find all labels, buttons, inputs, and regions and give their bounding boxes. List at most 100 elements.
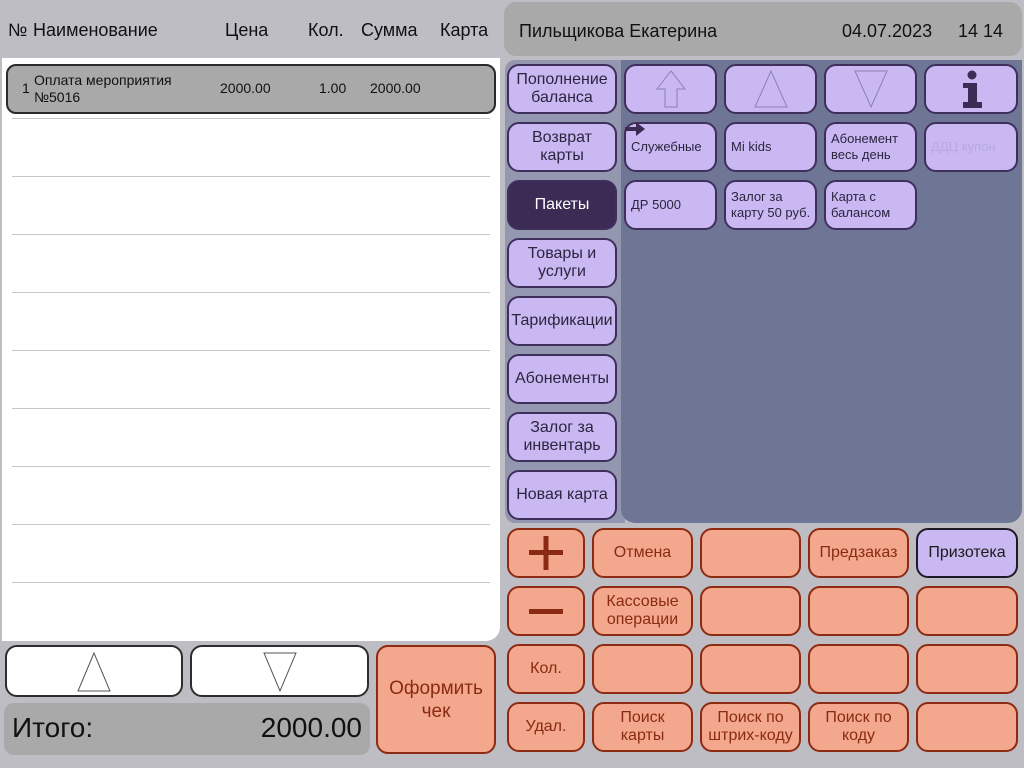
row-name-line1: Оплата мероприятия xyxy=(34,72,172,88)
item-label: Mi kids xyxy=(731,139,772,154)
empty-action-button[interactable] xyxy=(916,586,1018,636)
category-subscriptions[interactable]: Абонементы xyxy=(507,354,617,404)
item-balance-card[interactable]: Карта с балансом xyxy=(824,180,917,230)
triangle-up-icon xyxy=(77,651,111,692)
cashier-name: Пильщикова Екатерина xyxy=(519,21,718,41)
item-mi-kids[interactable]: Mi kids xyxy=(724,122,817,172)
item-card-deposit[interactable]: Залог за карту 50 руб. xyxy=(724,180,817,230)
receipt-list[interactable]: 1 Оплата мероприятия №5016 2000.00 1.00 … xyxy=(2,58,500,641)
row-num: 1 xyxy=(22,80,30,96)
preorder-button[interactable]: Предзаказ xyxy=(808,528,909,578)
table-row[interactable]: 1 Оплата мероприятия №5016 2000.00 1.00 … xyxy=(6,64,496,114)
col-price: Цена xyxy=(225,20,269,40)
col-name: Наименование xyxy=(33,20,158,40)
plus-button[interactable] xyxy=(507,528,585,578)
category-label: услуги xyxy=(538,263,586,280)
current-date: 04.07.2023 xyxy=(842,21,933,41)
row-divider xyxy=(12,350,490,351)
list-down-button[interactable] xyxy=(190,645,369,697)
category-label: баланса xyxy=(531,89,593,106)
item-service[interactable]: Служебные xyxy=(624,122,717,172)
empty-action-button[interactable] xyxy=(700,586,801,636)
empty-action-button[interactable] xyxy=(808,644,909,694)
back-up-button[interactable] xyxy=(624,64,717,114)
row-divider xyxy=(12,118,490,119)
empty-action-button[interactable] xyxy=(592,644,693,694)
row-name-line2: №5016 xyxy=(34,89,81,105)
row-sum: 2000.00 xyxy=(370,80,421,96)
item-dr-5000[interactable]: ДР 5000 xyxy=(624,180,717,230)
delete-button[interactable]: Удал. xyxy=(507,702,585,752)
search-barcode-label: штрих-коду xyxy=(708,727,793,744)
search-card-label: карты xyxy=(620,727,665,744)
scroll-down-button[interactable] xyxy=(824,64,917,114)
category-label: Возврат xyxy=(532,129,592,146)
row-divider xyxy=(12,408,490,409)
back-arrow-icon xyxy=(655,70,686,108)
item-subscription-all-day[interactable]: Абонемент весь день xyxy=(824,122,917,172)
category-goods-services[interactable]: Товары и услуги xyxy=(507,238,617,288)
col-num: № xyxy=(8,20,28,40)
info-button[interactable] xyxy=(924,64,1018,114)
triangle-up-icon xyxy=(753,69,788,108)
scroll-up-button[interactable] xyxy=(724,64,817,114)
cancel-button[interactable]: Отмена xyxy=(592,528,693,578)
arrow-right-icon xyxy=(625,122,645,136)
col-sum: Сумма xyxy=(361,20,418,40)
item-ddc-coupon[interactable]: ДДЦ купон xyxy=(924,122,1018,172)
category-topup[interactable]: Пополнение баланса xyxy=(507,64,617,114)
search-card-button[interactable]: Поиск карты xyxy=(592,702,693,752)
empty-action-button[interactable] xyxy=(700,528,801,578)
empty-action-button[interactable] xyxy=(916,644,1018,694)
category-new-card[interactable]: Новая карта xyxy=(507,470,617,520)
checkout-button[interactable]: Оформить чек xyxy=(376,645,496,754)
session-header: Пильщикова Екатерина 04.07.2023 14 14 xyxy=(504,2,1022,56)
prizoteka-button[interactable]: Призотека xyxy=(916,528,1018,578)
minus-icon xyxy=(529,609,563,614)
category-label: Тарификации xyxy=(511,312,613,329)
total-label: Итого: xyxy=(12,712,94,743)
checkout-label-1: Оформить xyxy=(389,677,483,699)
empty-action-button[interactable] xyxy=(700,644,801,694)
cash-operations-button[interactable]: Кассовые операции xyxy=(592,586,693,636)
empty-action-button[interactable] xyxy=(808,586,909,636)
empty-action-button[interactable] xyxy=(916,702,1018,752)
search-barcode-button[interactable]: Поиск по штрих-коду xyxy=(700,702,801,752)
item-label: балансом xyxy=(831,205,891,220)
quantity-label: Кол. xyxy=(530,660,562,677)
category-packages[interactable]: Пакеты xyxy=(507,180,617,230)
category-label: карты xyxy=(540,147,584,164)
prizoteka-label: Призотека xyxy=(928,544,1006,561)
search-code-label: Поиск по xyxy=(825,709,892,726)
search-barcode-label: Поиск по xyxy=(717,709,784,726)
checkout-label-2: чек xyxy=(421,700,451,722)
category-label: Товары и xyxy=(527,245,597,262)
search-code-label: коду xyxy=(841,727,876,744)
category-inventory-deposit[interactable]: Залог за инвентарь xyxy=(507,412,617,462)
row-price: 2000.00 xyxy=(220,80,271,96)
item-label: Карта с xyxy=(831,189,876,204)
category-label: Пакеты xyxy=(534,196,590,213)
category-tariffs[interactable]: Тарификации xyxy=(507,296,617,346)
total-bar: Итого: 2000.00 xyxy=(4,703,370,755)
minus-button[interactable] xyxy=(507,586,585,636)
col-qty: Кол. xyxy=(308,20,344,40)
category-card-return[interactable]: Возврат карты xyxy=(507,122,617,172)
total-value: 2000.00 xyxy=(260,712,362,743)
item-label: карту 50 руб. xyxy=(731,205,811,220)
triangle-down-icon xyxy=(853,70,888,109)
category-label: инвентарь xyxy=(523,437,601,454)
receipt-header: № Наименование Цена Кол. Сумма Карта xyxy=(2,2,500,58)
preorder-label: Предзаказ xyxy=(819,544,898,561)
triangle-down-icon xyxy=(263,652,297,693)
quantity-button[interactable]: Кол. xyxy=(507,644,585,694)
row-divider xyxy=(12,524,490,525)
search-card-label: Поиск xyxy=(620,709,665,726)
list-up-button[interactable] xyxy=(5,645,183,697)
cancel-label: Отмена xyxy=(613,544,672,561)
cash-ops-label: операции xyxy=(606,611,679,628)
row-qty: 1.00 xyxy=(319,80,347,96)
item-label: Залог за xyxy=(731,189,783,204)
search-code-button[interactable]: Поиск по коду xyxy=(808,702,909,752)
category-label: Залог за xyxy=(530,419,594,436)
